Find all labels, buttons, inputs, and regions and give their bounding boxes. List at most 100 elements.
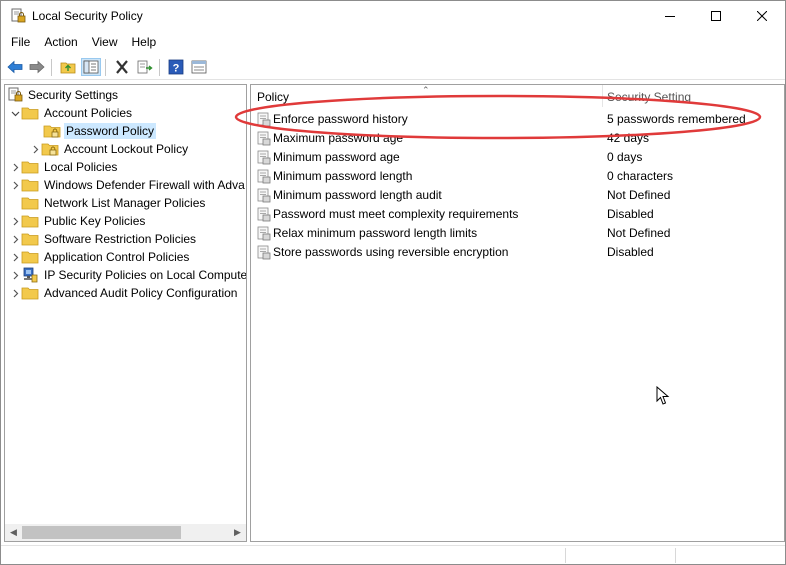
folder-icon — [21, 179, 39, 192]
policy-row-password-complexity[interactable]: Password must meet complexity requiremen… — [251, 205, 784, 224]
list-header: ⌃ Policy Security Setting — [251, 85, 784, 107]
tree-item-label: Local Policies — [44, 160, 118, 174]
expanded-chevron-icon[interactable] — [9, 104, 21, 122]
toolbar: ? — [1, 54, 785, 80]
policy-name: Relax minimum password length limits — [273, 226, 478, 240]
policy-name: Minimum password age — [273, 150, 400, 164]
policy-value: 0 characters — [607, 169, 674, 183]
forward-button[interactable] — [27, 58, 47, 76]
collapsed-chevron-icon[interactable] — [9, 176, 21, 194]
policy-row-minimum-password-length-audit[interactable]: Minimum password length audit Not Define… — [251, 186, 784, 205]
tree-item-public-key-policies[interactable]: Public Key Policies — [9, 212, 147, 230]
sort-ascending-icon: ⌃ — [422, 85, 430, 95]
policy-setting-icon — [257, 188, 271, 203]
tree-item-local-policies[interactable]: Local Policies — [9, 158, 119, 176]
minimize-icon — [665, 16, 675, 17]
delete-button[interactable] — [112, 58, 132, 76]
up-one-level-button[interactable] — [58, 58, 78, 76]
properties-icon — [191, 60, 207, 74]
properties-button[interactable] — [189, 58, 209, 76]
policy-row-relax-minimum-password-length[interactable]: Relax minimum password length limits Not… — [251, 224, 784, 243]
policy-name: Enforce password history — [273, 112, 408, 126]
folder-icon — [21, 197, 39, 210]
policy-setting-icon — [257, 169, 271, 184]
close-button[interactable] — [739, 1, 785, 31]
tree-item-account-lockout-policy[interactable]: Account Lockout Policy — [29, 140, 190, 158]
minimize-button[interactable] — [647, 1, 693, 31]
policy-setting-icon — [257, 226, 271, 241]
policy-row-maximum-password-age[interactable]: Maximum password age 42 days — [251, 129, 784, 148]
policy-name: Store passwords using reversible encrypt… — [273, 245, 509, 259]
help-button[interactable]: ? — [166, 58, 186, 76]
ip-security-icon — [23, 267, 38, 283]
tree-item-network-list-manager-policies[interactable]: Network List Manager Policies — [9, 194, 207, 212]
column-header-policy[interactable]: Policy — [257, 90, 289, 104]
tree-pane[interactable]: Security Settings Account Policies Passw… — [4, 84, 247, 542]
column-resize-handle[interactable] — [602, 85, 603, 107]
policy-setting-icon — [257, 131, 271, 146]
tree-item-security-settings[interactable]: Security Settings — [7, 86, 120, 104]
menu-help[interactable]: Help — [125, 32, 164, 52]
forward-icon — [29, 60, 45, 74]
tree-item-advanced-audit-policy[interactable]: Advanced Audit Policy Configuration — [9, 284, 239, 302]
security-policy-app-icon — [11, 8, 26, 23]
scrollbar-thumb[interactable] — [22, 526, 181, 539]
column-header-security-setting[interactable]: Security Setting — [607, 90, 691, 104]
tree-item-password-policy[interactable]: Password Policy — [43, 122, 157, 140]
tree-item-label: Application Control Policies — [44, 250, 190, 264]
tree-item-software-restriction-policies[interactable]: Software Restriction Policies — [9, 230, 198, 248]
policy-value: Disabled — [607, 245, 654, 259]
back-button[interactable] — [5, 58, 25, 76]
policy-value: Not Defined — [607, 226, 671, 240]
export-list-button[interactable] — [135, 58, 155, 76]
status-bar — [1, 545, 785, 564]
policy-list-pane[interactable]: ⌃ Policy Security Setting Enforce passwo… — [250, 84, 785, 542]
policy-setting-icon — [257, 150, 271, 165]
tree-item-label: IP Security Policies on Local Compute — [44, 268, 247, 282]
policy-value: Not Defined — [607, 188, 671, 202]
tree-item-windows-defender-firewall[interactable]: Windows Defender Firewall with Adva — [9, 176, 246, 194]
tree-item-application-control-policies[interactable]: Application Control Policies — [9, 248, 191, 266]
collapsed-chevron-icon[interactable] — [9, 284, 21, 302]
collapsed-chevron-icon[interactable] — [29, 140, 41, 158]
tree-item-ip-security-policies[interactable]: IP Security Policies on Local Compute — [9, 266, 247, 284]
collapsed-chevron-icon[interactable] — [9, 248, 21, 266]
collapsed-chevron-icon[interactable] — [9, 266, 21, 284]
folder-icon — [21, 251, 39, 264]
policy-value: Disabled — [607, 207, 654, 221]
collapsed-chevron-icon[interactable] — [9, 230, 21, 248]
scroll-left-icon[interactable]: ◀ — [5, 524, 22, 541]
policy-setting-icon — [257, 112, 271, 127]
window-title: Local Security Policy — [32, 9, 143, 23]
tree-item-label: Account Policies — [44, 106, 133, 120]
mouse-pointer-icon — [656, 386, 670, 405]
policy-name: Minimum password length audit — [273, 188, 442, 202]
tree-item-account-policies[interactable]: Account Policies — [9, 104, 134, 122]
tree-item-label: Public Key Policies — [44, 214, 146, 228]
policy-row-enforce-password-history[interactable]: Enforce password history 5 passwords rem… — [251, 110, 784, 129]
scroll-right-icon[interactable]: ▶ — [229, 524, 246, 541]
tree-horizontal-scrollbar[interactable]: ◀ ▶ — [5, 524, 246, 541]
policy-value: 42 days — [607, 131, 650, 145]
tree-item-label: Account Lockout Policy — [64, 142, 189, 156]
menu-action[interactable]: Action — [37, 32, 84, 52]
folder-icon — [21, 161, 39, 174]
maximize-button[interactable] — [693, 1, 739, 31]
maximize-icon — [711, 11, 721, 21]
collapsed-chevron-icon[interactable] — [9, 158, 21, 176]
show-hide-tree-button[interactable] — [81, 58, 101, 76]
collapsed-chevron-icon[interactable] — [9, 212, 21, 230]
policy-name: Minimum password length — [273, 169, 413, 183]
menu-view[interactable]: View — [85, 32, 125, 52]
policy-row-reversible-encryption[interactable]: Store passwords using reversible encrypt… — [251, 243, 784, 262]
policy-setting-icon — [257, 207, 271, 222]
policy-row-minimum-password-length[interactable]: Minimum password length 0 characters — [251, 167, 784, 186]
policy-row-minimum-password-age[interactable]: Minimum password age 0 days — [251, 148, 784, 167]
export-list-icon — [137, 60, 153, 74]
folder-icon — [21, 233, 39, 246]
menu-file[interactable]: File — [1, 32, 37, 52]
delete-icon — [116, 60, 128, 74]
help-icon: ? — [168, 59, 184, 75]
title-bar[interactable]: Local Security Policy — [1, 1, 785, 31]
back-icon — [7, 60, 23, 74]
